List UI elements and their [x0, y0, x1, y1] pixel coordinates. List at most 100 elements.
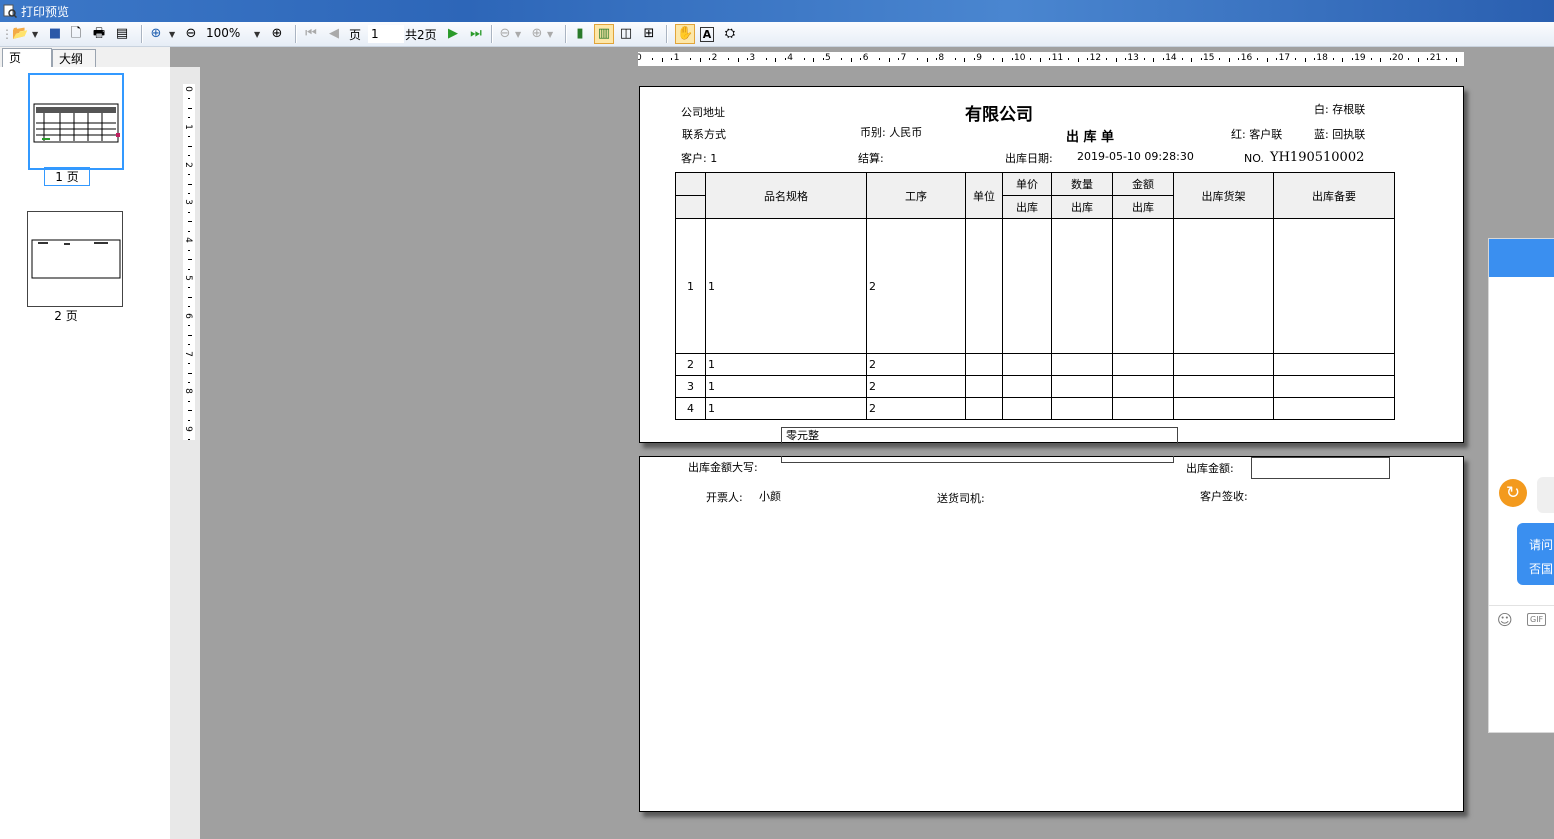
ruler-h-tick	[803, 58, 805, 60]
chevron-down-icon: ▼	[254, 29, 261, 39]
currency-label: 币别: 人民币	[860, 126, 923, 139]
copy-red-label: 红: 客户联	[1231, 128, 1283, 141]
ruler-v-tick	[188, 381, 190, 383]
ruler-h-tick	[850, 58, 852, 62]
ruler-h-tick	[1238, 58, 1240, 60]
row-shelf	[1173, 353, 1274, 376]
page-number-input[interactable]: 1	[368, 25, 404, 43]
first-page-button[interactable]: ⏮	[303, 25, 319, 43]
next-page-button[interactable]: ▶	[445, 25, 461, 43]
window-title: 打印预览	[21, 5, 70, 19]
back-dropdown[interactable]: ▼	[515, 25, 521, 43]
ruler-h-tick	[1191, 58, 1193, 62]
save-icon: ■	[48, 26, 62, 41]
page-icon: 🗋	[70, 26, 82, 41]
header-price-out: 出库	[1002, 195, 1052, 219]
ruler-v-tick	[188, 230, 190, 232]
prev-page-button[interactable]: ◀	[326, 25, 342, 43]
emoji-icon[interactable]: ☺	[1497, 611, 1513, 629]
ruler-h-tick	[1370, 58, 1372, 60]
ruler-h-label: 21	[1429, 53, 1442, 63]
row-shelf	[1173, 218, 1274, 354]
save-button[interactable]: ■	[47, 25, 63, 43]
ruler-h-label: 12	[1089, 53, 1102, 63]
ruler-h-tick	[1002, 58, 1004, 62]
row-shelf	[1173, 397, 1274, 420]
ruler-h-label: 7	[900, 53, 907, 63]
toolbar-grip[interactable]: ⋮	[1, 25, 13, 43]
zoom-dropdown[interactable]: ▼	[169, 25, 175, 43]
ruler-v-tick	[188, 344, 190, 346]
thumbnail-page-1[interactable]	[28, 73, 124, 170]
text-select-icon: A	[700, 26, 714, 42]
ruler-h-label: 11	[1051, 53, 1064, 63]
zoom-in-icon: ⊕	[271, 26, 283, 41]
ruler-v-tick	[188, 136, 190, 138]
hand-icon: ✋	[677, 26, 694, 41]
last-page-button[interactable]: ⏭	[468, 25, 484, 43]
ruler-h-tick	[813, 58, 815, 62]
document-number: YH190510002	[1270, 150, 1365, 165]
binoculars-icon: ⛭	[724, 26, 736, 41]
ruler-h-label: 17	[1278, 53, 1291, 63]
preview-page-1[interactable]: 公司地址 有限公司 白: 存根联 联系方式 币别: 人民币 出 库 单 红: 客…	[639, 86, 1464, 444]
two-page-view-button[interactable]: ◫	[618, 25, 634, 43]
tab-pages[interactable]: 页	[2, 48, 52, 69]
ruler-h-tick	[661, 58, 663, 62]
ruler-v-tick	[188, 174, 190, 176]
zoom-in-button[interactable]: ⊕	[148, 25, 164, 43]
chat-header[interactable]	[1489, 239, 1554, 277]
new-page-button[interactable]: 🗋	[68, 25, 84, 43]
zoom-out-button[interactable]: ⊖	[183, 25, 199, 43]
ruler-h-tick	[1408, 58, 1410, 60]
forward-button[interactable]: ⊕	[529, 25, 545, 43]
row-index: 4	[675, 397, 706, 420]
printer-icon: 🖶	[92, 26, 106, 41]
zoom-combo-dropdown[interactable]: ▼	[254, 25, 260, 43]
tab-outline[interactable]: 大纲	[52, 49, 96, 68]
address-label: 公司地址	[681, 106, 725, 119]
ruler-v-tick	[188, 155, 190, 157]
continuous-view-button[interactable]: ▥	[594, 24, 614, 44]
find-button[interactable]: ⛭	[722, 25, 738, 43]
chat-incoming-bubble	[1537, 477, 1554, 513]
thumbnail-page-2[interactable]	[27, 211, 123, 307]
zoom-in-small-button[interactable]: ⊕	[269, 25, 285, 43]
ruler-v-label: 3	[183, 199, 193, 206]
ruler-v-label: 1	[183, 123, 193, 130]
prev-page-icon: ◀	[329, 26, 339, 41]
row-index: 1	[675, 218, 706, 354]
next-page-icon: ▶	[448, 26, 458, 41]
ruler-h-label: 18	[1316, 53, 1328, 63]
header-remark: 出库备要	[1273, 172, 1395, 219]
driver-label: 送货司机:	[937, 492, 985, 505]
gif-icon[interactable]: GIF	[1527, 613, 1547, 626]
open-dropdown[interactable]: ▼	[32, 25, 38, 43]
multi-page-view-button[interactable]: ⊞	[641, 25, 657, 43]
ruler-h-label: 13	[1127, 53, 1139, 63]
single-page-view-button[interactable]: ▮	[572, 25, 588, 43]
print-button[interactable]: 🖶	[91, 25, 107, 43]
back-button[interactable]: ⊖	[497, 25, 513, 43]
page-setup-button[interactable]: ▤	[114, 25, 130, 43]
left-tab-strip: 页 大纲	[0, 47, 170, 69]
row-index: 2	[675, 353, 706, 376]
row-index: 3	[675, 375, 706, 398]
hand-tool-button[interactable]: ✋	[675, 24, 695, 44]
open-button[interactable]: 📂	[12, 25, 28, 43]
ruler-h-tick	[935, 58, 937, 60]
header-amount: 金额	[1112, 172, 1174, 196]
amount-words-label: 出库金额大写:	[688, 461, 758, 474]
ruler-h-tick	[964, 58, 966, 62]
ruler-v-tick	[188, 296, 192, 298]
forward-dropdown[interactable]: ▼	[547, 25, 553, 43]
zoom-combo[interactable]: 100%	[204, 25, 258, 41]
back-icon: ⊖	[499, 26, 511, 41]
single-page-icon: ▮	[576, 26, 584, 41]
text-select-button[interactable]: A	[700, 25, 714, 43]
zoom-out-icon: ⊖	[185, 26, 197, 41]
thumbnail-label-2: 2 页	[54, 309, 78, 323]
chat-widget[interactable]: ↻ 请问 否国 ☺ GIF	[1488, 238, 1554, 733]
header-qty-out: 出库	[1051, 195, 1113, 219]
preview-page-2[interactable]: 出库金额大写: 出库金额: 开票人: 小颜 送货司机: 客户签收:	[639, 456, 1464, 812]
